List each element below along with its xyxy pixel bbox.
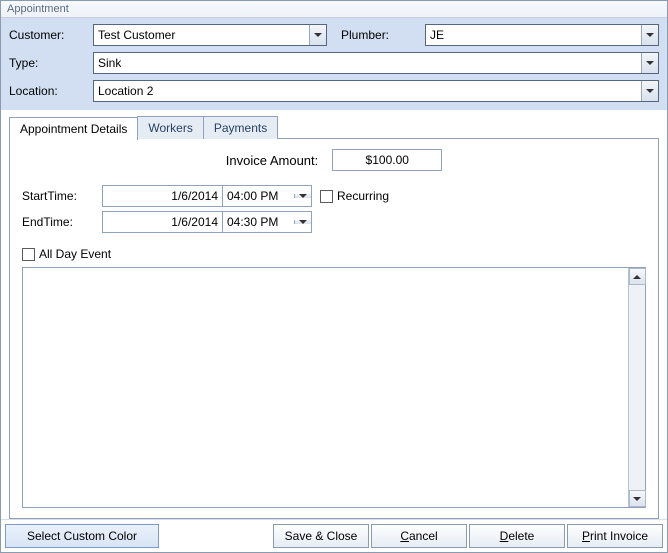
- end-date-field[interactable]: [102, 211, 222, 233]
- start-time-field[interactable]: [222, 185, 312, 207]
- recurring-checkbox-group: Recurring: [320, 189, 646, 203]
- recurring-label: Recurring: [337, 189, 389, 203]
- header-form: Customer: Plumber: Type: Location:: [1, 18, 667, 110]
- chevron-down-icon: [299, 220, 307, 224]
- customer-dropdown-button[interactable]: [309, 25, 326, 45]
- tabs-area: Appointment Details Workers Payments Inv…: [1, 110, 667, 519]
- recurring-checkbox[interactable]: [320, 190, 333, 203]
- end-date-input[interactable]: [103, 215, 222, 229]
- plumber-combo[interactable]: [425, 24, 659, 46]
- notes-scrollbar[interactable]: [628, 268, 645, 507]
- customer-input[interactable]: [94, 25, 309, 45]
- scroll-up-button[interactable]: [629, 268, 646, 285]
- save-and-close-button[interactable]: Save & Close: [273, 524, 369, 548]
- start-date-field[interactable]: [102, 185, 222, 207]
- scroll-down-button[interactable]: [629, 490, 646, 507]
- start-time-label: StartTime:: [22, 189, 102, 203]
- tab-appointment-details[interactable]: Appointment Details: [9, 117, 138, 140]
- end-time-dropdown-button[interactable]: [294, 220, 311, 224]
- print-invoice-button[interactable]: Print Invoice: [567, 524, 663, 548]
- invoice-amount-field[interactable]: $100.00: [332, 149, 442, 171]
- window-title: Appointment: [1, 1, 667, 18]
- all-day-label: All Day Event: [39, 247, 111, 261]
- type-dropdown-button[interactable]: [641, 53, 658, 73]
- plumber-input[interactable]: [426, 25, 641, 45]
- start-time-dropdown-button[interactable]: [294, 194, 311, 198]
- type-input[interactable]: [94, 53, 641, 73]
- appointment-details-panel: Invoice Amount: $100.00 StartTime: Recur…: [9, 138, 659, 519]
- end-time-label: EndTime:: [22, 215, 102, 229]
- type-combo[interactable]: [93, 52, 659, 74]
- chevron-down-icon: [314, 33, 322, 37]
- invoice-amount-label: Invoice Amount:: [226, 153, 319, 168]
- chevron-up-icon: [633, 275, 641, 279]
- start-time-input[interactable]: [223, 189, 294, 203]
- all-day-checkbox[interactable]: [22, 248, 35, 261]
- chevron-down-icon: [646, 89, 654, 93]
- type-label: Type:: [9, 56, 79, 70]
- chevron-down-icon: [633, 497, 641, 501]
- chevron-down-icon: [299, 194, 307, 198]
- plumber-dropdown-button[interactable]: [641, 25, 658, 45]
- chevron-down-icon: [646, 61, 654, 65]
- notes-container: [22, 267, 646, 508]
- location-combo[interactable]: [93, 80, 659, 102]
- customer-combo[interactable]: [93, 24, 327, 46]
- all-day-checkbox-group: All Day Event: [22, 247, 646, 261]
- start-date-input[interactable]: [103, 189, 222, 203]
- location-label: Location:: [9, 84, 79, 98]
- customer-label: Customer:: [9, 28, 79, 42]
- end-time-field[interactable]: [222, 211, 312, 233]
- tab-workers[interactable]: Workers: [137, 116, 203, 139]
- tab-payments[interactable]: Payments: [203, 116, 278, 139]
- footer-button-bar: Select Custom Color Save & Close Cancel …: [1, 519, 667, 552]
- notes-textarea[interactable]: [23, 268, 628, 507]
- chevron-down-icon: [646, 33, 654, 37]
- location-dropdown-button[interactable]: [641, 81, 658, 101]
- end-time-input[interactable]: [223, 215, 294, 229]
- location-input[interactable]: [94, 81, 641, 101]
- select-custom-color-button[interactable]: Select Custom Color: [5, 524, 159, 548]
- appointment-dialog: Appointment Customer: Plumber: Type: Loc…: [0, 0, 668, 553]
- cancel-button[interactable]: Cancel: [371, 524, 467, 548]
- tabstrip: Appointment Details Workers Payments: [9, 116, 659, 139]
- plumber-label: Plumber:: [341, 28, 411, 42]
- delete-button[interactable]: Delete: [469, 524, 565, 548]
